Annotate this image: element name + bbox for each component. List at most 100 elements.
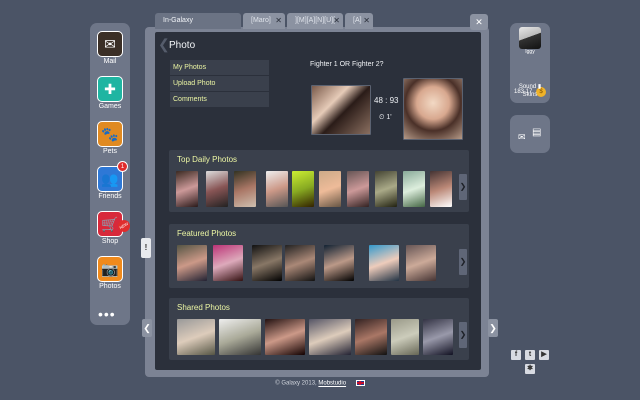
copyright-text: © Galaxy 2013,	[275, 380, 317, 387]
fight-timer: ⏲ 1'	[379, 114, 392, 121]
app-label: Friends	[98, 193, 122, 200]
page-header: ❮ Photo	[155, 32, 481, 58]
menu-my-photos[interactable]: My Photos	[170, 60, 269, 75]
scroll-right-arrow-icon[interactable]: ❯	[459, 174, 467, 200]
photo-thumb[interactable]	[219, 319, 261, 355]
language-flag-icon[interactable]	[355, 380, 365, 386]
window-close-button[interactable]: ✕	[470, 14, 488, 30]
app-label: Shop	[101, 238, 119, 245]
volume-icon: ▮	[537, 84, 542, 90]
tab-in-galaxy[interactable]: In-Galaxy	[155, 13, 241, 29]
photo-thumb[interactable]	[430, 171, 452, 207]
photo-thumb[interactable]	[266, 171, 288, 207]
skins-button[interactable]: Skins	[510, 92, 550, 98]
photo-thumb[interactable]	[319, 171, 341, 207]
menu-upload-photo[interactable]: Upload Photo	[170, 76, 269, 91]
photo-thumb[interactable]	[285, 245, 315, 281]
app-label: Mail	[103, 58, 117, 65]
photo-thumb[interactable]	[347, 171, 369, 207]
close-icon[interactable]: ✕	[275, 13, 282, 29]
tab-label: [A]	[353, 17, 362, 24]
youtube-icon[interactable]: ▶	[539, 350, 549, 360]
friends-glyph: 👥	[101, 171, 119, 187]
extra-social-icon[interactable]: ✱	[525, 364, 535, 374]
tab-label: ][M][A][N][U][	[295, 17, 336, 24]
tab-a[interactable]: [A] ✕	[345, 13, 373, 29]
fighter-1-photo[interactable]	[311, 85, 371, 135]
fight-title: Fighter 1 OR Fighter 2?	[310, 61, 384, 68]
sound-toggle[interactable]: Sound ▮	[510, 83, 550, 90]
menu-comments[interactable]: Comments	[170, 92, 269, 107]
photo-thumb[interactable]	[324, 245, 354, 281]
messages-panel: ✉ ▤	[510, 115, 550, 153]
app-shop[interactable]: 🛒 NEW Shop	[90, 211, 133, 245]
photo-thumb[interactable]	[309, 319, 351, 355]
photo-thumb[interactable]	[375, 171, 397, 207]
photo-thumb[interactable]	[176, 171, 198, 207]
photo-thumb[interactable]	[252, 245, 282, 281]
friends-icon: 👥 1	[97, 161, 128, 192]
app-label: Photos	[99, 283, 121, 290]
tab-manu[interactable]: ][M][A][N][U][✕	[287, 13, 343, 29]
user-panel: Iggy 183.17 $ Sound ▮ Skins	[510, 23, 550, 103]
photo-thumb[interactable]	[369, 245, 399, 281]
section-title: Featured Photos	[177, 229, 237, 238]
photo-thumb[interactable]	[234, 171, 256, 207]
pet-icon: 🐾	[97, 121, 123, 147]
section-title: Top Daily Photos	[177, 155, 238, 164]
page-title: Photo	[169, 40, 196, 51]
photo-thumb[interactable]	[423, 319, 453, 355]
gamepad-icon: ✚	[97, 76, 123, 102]
app-pets[interactable]: 🐾 Pets	[90, 121, 130, 155]
notification-badge: 1	[117, 161, 128, 172]
next-page-arrow-icon[interactable]: ❯	[488, 319, 498, 337]
footer: © Galaxy 2013, Mobstudio	[0, 380, 640, 387]
photo-thumb[interactable]	[391, 319, 419, 355]
photo-thumb[interactable]	[206, 171, 228, 207]
mail-icon: ✉	[97, 31, 123, 57]
tab-maro[interactable]: [Maro] ✕	[243, 13, 285, 29]
app-label: Pets	[102, 148, 117, 155]
studio-link[interactable]: Mobstudio	[318, 381, 346, 387]
scroll-right-arrow-icon[interactable]: ❯	[459, 322, 467, 348]
close-icon[interactable]: ✕	[363, 13, 370, 29]
app-photos[interactable]: 📷 Photos	[90, 256, 130, 290]
fighter-2-photo[interactable]	[403, 78, 463, 140]
twitter-icon[interactable]: t	[525, 350, 535, 360]
more-apps-button[interactable]: •••	[98, 306, 116, 322]
app-label: Games	[98, 103, 122, 110]
facebook-icon[interactable]: f	[511, 350, 521, 360]
username[interactable]: Iggy	[510, 49, 550, 55]
tab-label: In-Galaxy	[163, 17, 193, 24]
top-daily-photos-section: Top Daily Photos ❯	[169, 150, 469, 212]
timer-value: 1'	[386, 114, 392, 121]
photo-thumb[interactable]	[265, 319, 305, 355]
cart-glyph: 🛒	[101, 216, 119, 232]
photo-thumb[interactable]	[213, 245, 243, 281]
avatar[interactable]	[519, 27, 541, 49]
cart-icon: 🛒 NEW	[97, 211, 133, 237]
app-games[interactable]: ✚ Games	[90, 76, 130, 110]
photo-menu: My Photos Upload Photo Comments	[170, 60, 269, 108]
photo-thumb[interactable]	[406, 245, 436, 281]
photo-thumb[interactable]	[355, 319, 387, 355]
scroll-right-arrow-icon[interactable]: ❯	[459, 249, 467, 275]
close-icon[interactable]: ✕	[333, 13, 340, 29]
photo-thumb[interactable]	[292, 171, 314, 207]
app-dock: ✉ Mail ✚ Games 🐾 Pets 👥 1 Friends 🛒 NEW Sh…	[90, 23, 133, 325]
app-mail[interactable]: ✉ Mail	[90, 31, 130, 65]
prev-page-arrow-icon[interactable]: ❮	[142, 319, 152, 337]
photo-thumb[interactable]	[177, 319, 215, 355]
envelope-icon[interactable]: ✉	[518, 132, 526, 143]
photo-thumb[interactable]	[403, 171, 425, 207]
tab-label: [Maro]	[251, 17, 271, 24]
app-friends[interactable]: 👥 1 Friends	[90, 161, 130, 200]
panel-toggle-handle[interactable]: !	[141, 238, 151, 258]
shared-photos-section: Shared Photos ❯	[169, 298, 469, 360]
featured-photos-section: Featured Photos ❯	[169, 224, 469, 288]
back-chevron-icon[interactable]: ❮	[158, 36, 170, 53]
section-title: Shared Photos	[177, 303, 230, 312]
chat-icon[interactable]: ▤	[532, 127, 541, 138]
photo-thumb[interactable]	[177, 245, 207, 281]
fight-score: 48 : 93	[374, 96, 399, 105]
